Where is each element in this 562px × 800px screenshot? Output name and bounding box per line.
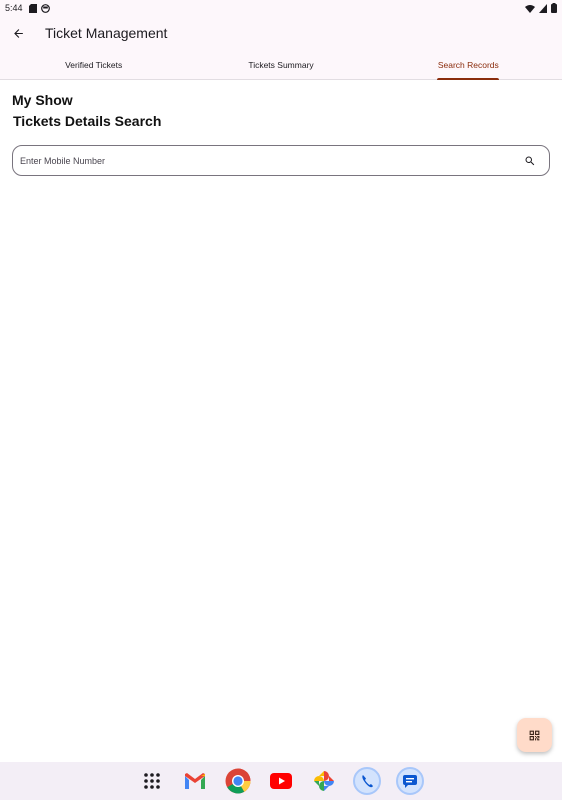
- messages-button[interactable]: [395, 766, 425, 796]
- page-title: Ticket Management: [45, 25, 168, 41]
- tab-verified-tickets[interactable]: Verified Tickets: [0, 50, 187, 79]
- tab-bar: Verified Tickets Tickets Summary Search …: [0, 50, 562, 80]
- battery-icon: [551, 3, 557, 13]
- chrome-icon: [225, 768, 251, 794]
- messages-icon: [396, 767, 424, 795]
- photos-icon: [314, 771, 334, 791]
- app-drawer-button[interactable]: [137, 766, 167, 796]
- tab-label: Search Records: [437, 59, 499, 70]
- back-button[interactable]: [4, 19, 32, 47]
- photos-button[interactable]: [309, 766, 339, 796]
- gmail-button[interactable]: [180, 766, 210, 796]
- youtube-button[interactable]: [266, 766, 296, 796]
- wifi-icon: [525, 4, 535, 13]
- app-bar: Ticket Management: [0, 16, 562, 50]
- sd-card-icon: [28, 3, 37, 13]
- search-icon: [525, 156, 535, 165]
- qr-scan-button[interactable]: [517, 718, 552, 752]
- tab-label: Tickets Summary: [248, 59, 314, 70]
- tab-search-records[interactable]: Search Records: [375, 50, 562, 80]
- app-dock: [0, 762, 562, 800]
- gmail-icon: [185, 772, 205, 789]
- status-time: 5:44: [5, 3, 23, 13]
- show-title: My Show: [12, 92, 73, 108]
- status-bar: 5:44: [0, 0, 562, 16]
- arrow-back-icon: [13, 28, 23, 38]
- mobile-number-input[interactable]: [20, 155, 523, 166]
- tab-label: Verified Tickets: [65, 59, 123, 70]
- smiley-icon: [40, 3, 50, 13]
- active-tab-indicator: [437, 78, 500, 80]
- tab-tickets-summary[interactable]: Tickets Summary: [187, 50, 374, 79]
- search-button[interactable]: [523, 154, 537, 168]
- qr-code-icon: [529, 730, 540, 740]
- chrome-button[interactable]: [223, 766, 253, 796]
- phone-icon: [353, 767, 381, 795]
- youtube-icon: [270, 773, 292, 789]
- section-title: Tickets Details Search: [13, 113, 162, 129]
- signal-icon: [539, 3, 547, 13]
- app-drawer-icon: [144, 773, 160, 789]
- phone-button[interactable]: [352, 766, 382, 796]
- search-field: [12, 145, 550, 176]
